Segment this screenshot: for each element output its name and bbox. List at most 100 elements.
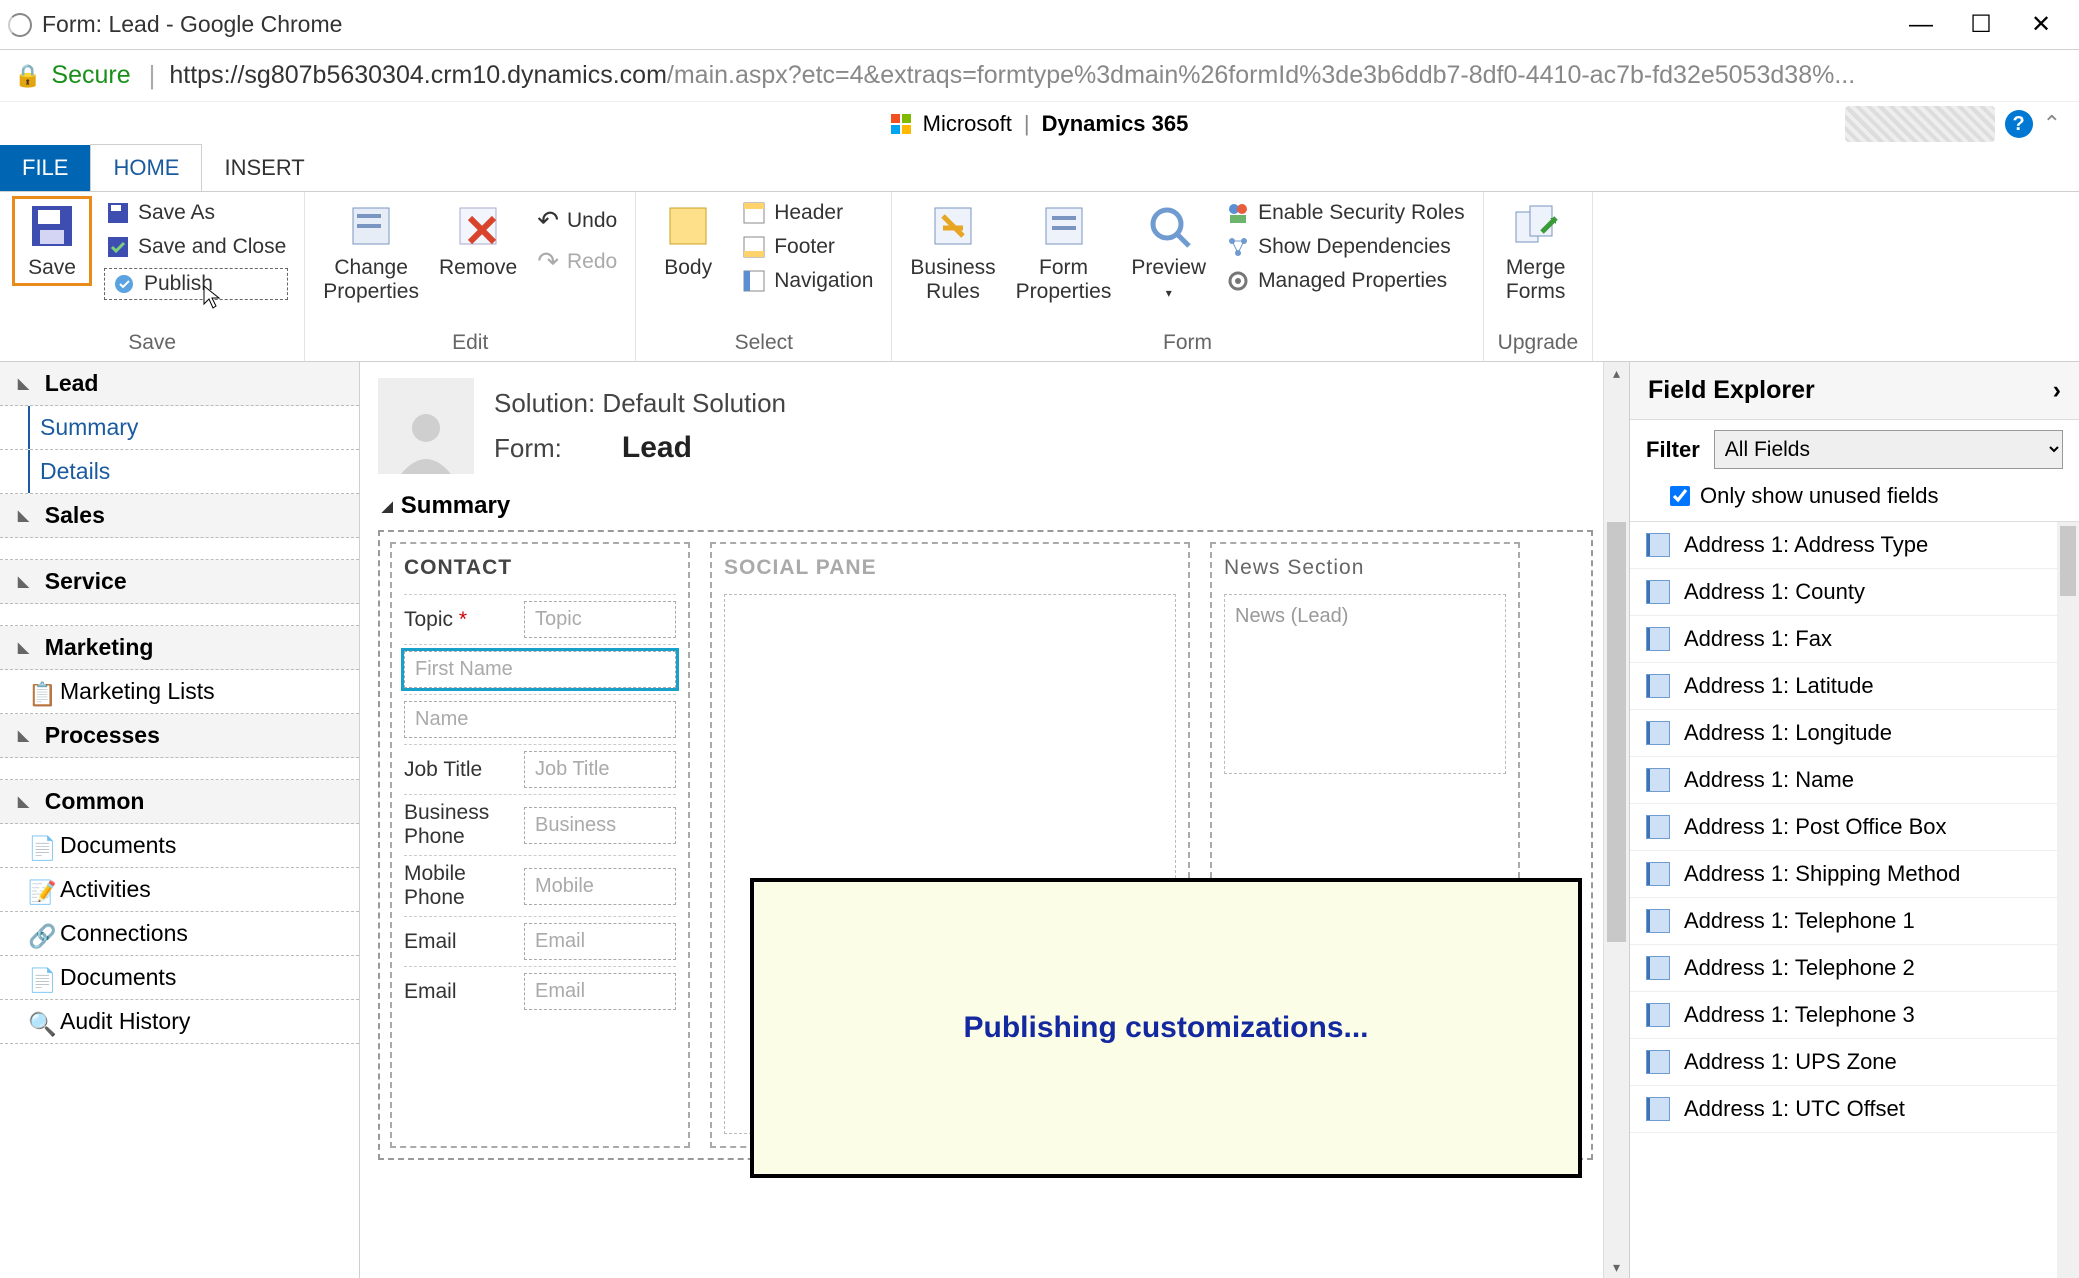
publish-button[interactable]: Publish [102, 266, 290, 302]
field-list-item[interactable]: Address 1: Address Type [1630, 522, 2079, 569]
field-list-scrollbar[interactable]: ▴ [2057, 522, 2079, 1278]
field-list-item[interactable]: Address 1: Telephone 3 [1630, 992, 2079, 1039]
scroll-down-icon[interactable]: ▾ [1604, 1256, 1629, 1278]
chevron-down-icon: ▾ [1166, 286, 1172, 300]
jobtitle-input[interactable]: Job Title [524, 751, 676, 788]
help-icon[interactable]: ? [2005, 110, 2033, 138]
field-job-title[interactable]: Job Title Job Title [404, 744, 676, 794]
field-email[interactable]: Email Email [404, 916, 676, 966]
bphone-input[interactable]: Business [524, 807, 676, 844]
nav-marketing[interactable]: Marketing [0, 626, 359, 670]
form-properties-button[interactable]: Form Properties [1012, 198, 1116, 308]
nav-processes-empty [0, 758, 359, 780]
change-properties-button[interactable]: Change Properties [319, 198, 423, 308]
nav-marketing-lists[interactable]: 📋Marketing Lists [0, 670, 359, 714]
chevron-up-icon[interactable]: ⌃ [2043, 111, 2061, 137]
tab-home[interactable]: HOME [90, 144, 202, 191]
group-form-label: Form [906, 327, 1468, 359]
filter-select[interactable]: All Fields [1714, 430, 2063, 469]
window-maximize-button[interactable]: ☐ [1951, 5, 2011, 45]
nav-service[interactable]: Service [0, 560, 359, 604]
nav-summary[interactable]: Summary [0, 406, 359, 450]
nav-audit-history[interactable]: 🔍Audit History [0, 1000, 359, 1044]
chevron-right-icon[interactable]: › [2053, 376, 2061, 405]
body-button[interactable]: Body [650, 198, 726, 284]
managed-properties-button[interactable]: Managed Properties [1222, 266, 1469, 296]
field-list-item[interactable]: Address 1: Post Office Box [1630, 804, 2079, 851]
scroll-thumb[interactable] [1607, 522, 1626, 942]
navigation-button[interactable]: Navigation [738, 266, 877, 296]
field-list-item[interactable]: Address 1: Telephone 2 [1630, 945, 2079, 992]
field-email-2[interactable]: Email Email [404, 966, 676, 1016]
tab-file[interactable]: FILE [0, 145, 90, 191]
field-list-item[interactable]: Address 1: Fax [1630, 616, 2079, 663]
nav-processes[interactable]: Processes [0, 714, 359, 758]
field-list-item[interactable]: Address 1: Telephone 1 [1630, 898, 2079, 945]
navigation-label: Navigation [774, 269, 873, 293]
email-input[interactable]: Email [524, 923, 676, 960]
redo-button[interactable]: ↷ Redo [533, 243, 621, 280]
scroll-up-icon[interactable]: ▴ [1604, 362, 1629, 384]
field-mobile-phone[interactable]: Mobile Phone Mobile [404, 855, 676, 916]
nav-activities[interactable]: 📝Activities [0, 868, 359, 912]
scroll-thumb[interactable] [2060, 526, 2076, 596]
remove-button[interactable]: Remove [435, 198, 521, 284]
mphone-input[interactable]: Mobile [524, 868, 676, 905]
field-topic[interactable]: Topic * Topic [404, 594, 676, 644]
news-header: News Section [1224, 556, 1506, 580]
field-list-item[interactable]: Address 1: Latitude [1630, 663, 2079, 710]
user-identity-blurred[interactable] [1845, 106, 1995, 142]
group-upgrade-label: Upgrade [1498, 327, 1579, 359]
field-icon [1646, 1097, 1670, 1121]
publishing-modal-text: Publishing customizations... [963, 1011, 1368, 1045]
merge-forms-button[interactable]: Merge Forms [1498, 198, 1574, 308]
brand-sep: | [1024, 111, 1030, 137]
preview-button[interactable]: Preview ▾ [1127, 198, 1210, 304]
preview-label: Preview [1131, 256, 1206, 280]
redo-icon: ↷ [537, 246, 559, 277]
field-list-item[interactable]: Address 1: UPS Zone [1630, 1039, 2079, 1086]
nav-documents2[interactable]: 📄Documents [0, 956, 359, 1000]
business-rules-button[interactable]: Business Rules [906, 198, 999, 308]
field-list-item[interactable]: Address 1: Name [1630, 757, 2079, 804]
email2-input[interactable]: Email [524, 973, 676, 1010]
nav-lead[interactable]: Lead [0, 362, 359, 406]
enable-security-roles-button[interactable]: Enable Security Roles [1222, 198, 1469, 228]
only-unused-input[interactable] [1670, 486, 1690, 506]
field-list-item[interactable]: Address 1: UTC Offset [1630, 1086, 2079, 1133]
field-list-item[interactable]: Address 1: Longitude [1630, 710, 2079, 757]
form-canvas[interactable]: Solution: Default Solution Form:Lead Sum… [360, 362, 1603, 1278]
save-as-button[interactable]: Save As [102, 198, 290, 228]
field-business-phone[interactable]: Business Phone Business [404, 794, 676, 855]
field-explorer-header[interactable]: Field Explorer › [1630, 362, 2079, 420]
field-first-name[interactable]: First Name [404, 644, 676, 694]
field-list-item[interactable]: Address 1: Shipping Method [1630, 851, 2079, 898]
news-box[interactable]: News (Lead) [1224, 594, 1506, 774]
canvas-scrollbar[interactable]: ▴ ▾ [1603, 362, 1629, 1278]
topic-input[interactable]: Topic [524, 601, 676, 638]
tab-insert[interactable]: INSERT [202, 145, 326, 191]
show-dependencies-button[interactable]: Show Dependencies [1222, 232, 1469, 262]
only-unused-checkbox[interactable]: Only show unused fields [1630, 479, 2079, 522]
first-name-input[interactable]: First Name [404, 651, 676, 688]
save-button[interactable]: Save [14, 198, 90, 284]
contact-column[interactable]: CONTACT Topic * Topic First Name Name J [390, 542, 690, 1148]
nav-connections[interactable]: 🔗Connections [0, 912, 359, 956]
name-input[interactable]: Name [404, 701, 676, 738]
section-summary-title[interactable]: Summary [382, 492, 1593, 520]
field-name[interactable]: Name [404, 694, 676, 744]
field-list-item[interactable]: Address 1: County [1630, 569, 2079, 616]
form-label: Form: [494, 433, 562, 463]
footer-icon [742, 235, 766, 259]
window-minimize-button[interactable]: — [1891, 5, 1951, 45]
window-close-button[interactable]: ✕ [2011, 5, 2071, 45]
undo-button[interactable]: ↶ Undo [533, 202, 621, 239]
save-and-close-button[interactable]: Save and Close [102, 232, 290, 262]
footer-button[interactable]: Footer [738, 232, 877, 262]
nav-sales[interactable]: Sales [0, 494, 359, 538]
address-bar[interactable]: 🔒 Secure | https://sg807b5630304.crm10.d… [0, 50, 2079, 102]
header-button[interactable]: Header [738, 198, 877, 228]
nav-common[interactable]: Common [0, 780, 359, 824]
nav-details[interactable]: Details [0, 450, 359, 494]
nav-documents[interactable]: 📄Documents [0, 824, 359, 868]
